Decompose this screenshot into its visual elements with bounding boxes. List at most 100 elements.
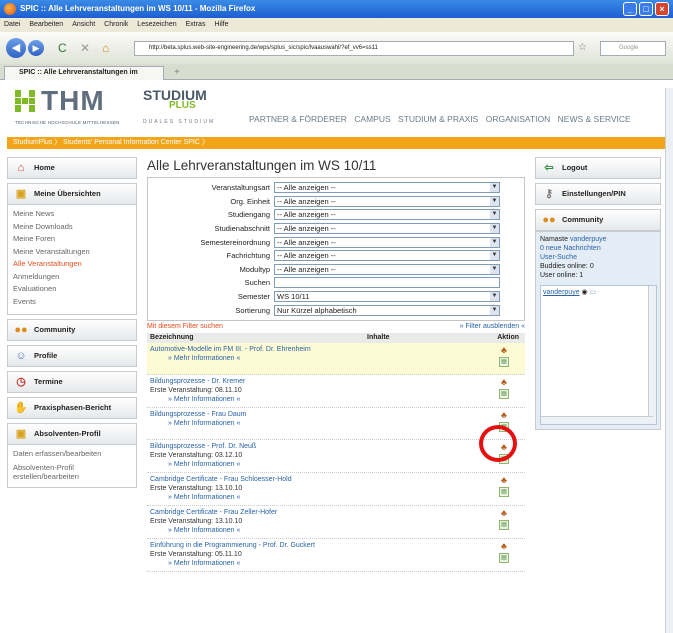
menu-extras[interactable]: Extras — [186, 18, 206, 32]
filter-select-modultyp[interactable]: -- Alle anzeigen -- ▼ — [274, 263, 500, 275]
reload-icon[interactable]: C — [58, 41, 67, 55]
course-title-link[interactable]: Cambridge Certificate - Frau Zeller-Hofe… — [150, 508, 525, 517]
document-icon[interactable]: ▤ — [499, 552, 509, 563]
menu-bearbeiten[interactable]: Bearbeiten — [29, 18, 63, 32]
horizontal-scrollbar[interactable] — [541, 416, 653, 424]
user-register-icon[interactable]: ♣ — [499, 475, 509, 485]
url-bar[interactable]: http://beta.splus.web-site-engineering.d… — [134, 41, 574, 56]
home-icon[interactable]: ⌂ — [102, 41, 109, 55]
nav-studium-praxis[interactable]: STUDIUM & PRAXIS — [398, 114, 478, 124]
stop-icon[interactable]: ✕ — [80, 41, 90, 55]
filter-select-studienabschnitt[interactable]: -- Alle anzeigen -- ▼ — [274, 223, 500, 235]
document-icon[interactable]: ▤ — [499, 356, 509, 367]
course-title-link[interactable]: Automotive-Modelle im FM III. - Prof. Dr… — [150, 345, 525, 354]
document-icon[interactable]: ▤ — [499, 519, 509, 530]
document-icon[interactable]: ▤ — [499, 486, 509, 497]
sidebar-profile[interactable]: ☺ Profile — [7, 345, 137, 367]
sidebar-overviews[interactable]: ▣ Meine Übersichten — [7, 183, 137, 205]
menu-lesezeichen[interactable]: Lesezeichen — [137, 18, 176, 32]
more-info-link[interactable]: » Mehr Informationen « — [150, 354, 525, 363]
more-info-link[interactable]: » Mehr Informationen « — [150, 493, 525, 502]
more-info-link[interactable]: » Mehr Informationen « — [150, 460, 525, 469]
chevron-down-icon: ▼ — [490, 292, 499, 302]
username-link[interactable]: vanderpuye — [570, 236, 607, 243]
user-register-icon[interactable]: ♣ — [499, 377, 509, 387]
filter-select-fachrichtung[interactable]: -- Alle anzeigen -- ▼ — [274, 250, 500, 262]
sidebar-item-registrations[interactable]: Anmeldungen — [13, 271, 131, 284]
sidebar-home[interactable]: ⌂ Home — [7, 157, 137, 179]
message-icon[interactable]: ▭ — [590, 289, 597, 296]
sidebar-internship-report[interactable]: ✋ Praxisphasen-Bericht — [7, 397, 137, 419]
menu-hilfe[interactable]: Hilfe — [214, 18, 228, 32]
folder-icon: ▣ — [15, 428, 27, 440]
course-title-link[interactable]: Bildungsprozesse - Frau Daum — [150, 410, 525, 419]
filter-select-veranstaltungsart[interactable]: -- Alle anzeigen -- ▼ — [274, 182, 500, 194]
vertical-scrollbar[interactable] — [648, 286, 656, 424]
close-button[interactable]: × — [655, 2, 669, 16]
table-row: Cambridge Certificate - Frau Zeller-Hofe… — [147, 506, 525, 539]
sidebar-item-evaluations[interactable]: Evaluationen — [13, 283, 131, 296]
minimize-button[interactable]: _ — [623, 2, 637, 16]
course-title-link[interactable]: Bildungsprozesse - Dr. Kremer — [150, 377, 525, 386]
left-sidebar: ⌂ Home ▣ Meine Übersichten Meine News Me… — [7, 157, 137, 492]
menu-chronik[interactable]: Chronik — [104, 18, 128, 32]
sidebar-community[interactable]: ●● Community — [7, 319, 137, 341]
maximize-button[interactable]: □ — [639, 2, 653, 16]
community-header[interactable]: ●● Community — [535, 209, 661, 231]
filter-label: Suchen — [244, 278, 270, 288]
filter-select-studiengang[interactable]: -- Alle anzeigen -- ▼ — [274, 209, 500, 221]
sidebar-alumni[interactable]: ▣ Absolventen-Profil — [7, 423, 137, 445]
more-info-link[interactable]: » Mehr Informationen « — [150, 559, 525, 568]
sidebar-item-all-courses[interactable]: Alle Veranstaltungen — [13, 258, 131, 271]
user-search-link[interactable]: User-Suche — [540, 253, 657, 262]
bookmark-star-icon[interactable]: ☆ — [578, 41, 587, 55]
sidebar-item-news[interactable]: Meine News — [13, 208, 131, 221]
camera-icon[interactable]: ◉ — [582, 289, 588, 296]
user-register-icon[interactable]: ♣ — [499, 541, 509, 551]
sidebar-item-events[interactable]: Events — [13, 296, 131, 309]
nav-news-service[interactable]: NEWS & SERVICE — [558, 114, 631, 124]
filter-hide-link[interactable]: » Filter ausblenden « — [460, 323, 525, 333]
user-register-icon[interactable]: ♣ — [499, 345, 509, 355]
filter-search-link[interactable]: Mit diesem Filter suchen — [147, 323, 223, 333]
nav-campus[interactable]: CAMPUS — [354, 114, 390, 124]
sidebar-item-forums[interactable]: Meine Foren — [13, 233, 131, 246]
forward-button[interactable]: ▶ — [28, 40, 44, 56]
menu-ansicht[interactable]: Ansicht — [72, 18, 95, 32]
course-title-link[interactable]: Bildungsprozesse - Prof. Dr. Neuß — [150, 442, 525, 451]
document-icon[interactable]: ▤ — [499, 388, 509, 399]
sidebar-item-edit-data[interactable]: Daten erfassen/bearbeiten — [13, 448, 131, 461]
filter-select-semester[interactable]: WS 10/11 ▼ — [274, 291, 500, 303]
online-user-link[interactable]: vanderpuye — [543, 289, 580, 296]
menu-datei[interactable]: Datei — [4, 18, 20, 32]
new-tab-icon[interactable]: + — [174, 67, 180, 78]
sidebar-item-my-courses[interactable]: Meine Veranstaltungen — [13, 246, 131, 259]
messages-link[interactable]: 0 neue Nachrichten — [540, 244, 657, 253]
filter-select-sortierung[interactable]: Nur Kürzel alphabetisch ▼ — [274, 304, 500, 316]
settings-pin-button[interactable]: ⚷ Einstellungen/PIN — [535, 183, 661, 205]
more-info-link[interactable]: » Mehr Informationen « — [150, 395, 525, 404]
studiumplus-logo[interactable]: STUDIUM PLUS DUALES STUDIUM — [143, 88, 233, 132]
thm-logo[interactable]: THM TECHNISCHE HOCHSCHULE MITTELHESSEN — [15, 85, 139, 132]
breadcrumb[interactable]: StudiumPlus 〉 Students' Personal Informa… — [7, 137, 665, 149]
sidebar-item-downloads[interactable]: Meine Downloads — [13, 221, 131, 234]
course-title-link[interactable]: Cambridge Certificate - Frau Schloesser-… — [150, 475, 525, 484]
filter-select-org-einheit[interactable]: -- Alle anzeigen -- ▼ — [274, 195, 500, 207]
sidebar-item-alumni-profile[interactable]: Absolventen-Profil erstellen/bearbeiten — [13, 463, 131, 481]
user-register-icon[interactable]: ♣ — [499, 508, 509, 518]
more-info-link[interactable]: » Mehr Informationen « — [150, 526, 525, 535]
nav-partner[interactable]: PARTNER & FÖRDERER — [249, 114, 347, 124]
search-input[interactable] — [274, 277, 500, 289]
logout-button[interactable]: ⇦ Logout — [535, 157, 661, 179]
search-input[interactable]: Google — [600, 41, 666, 56]
tab-active[interactable]: SPIC :: Alle Lehrveranstaltungen im — [4, 66, 164, 80]
filter-select-semestereinordnung[interactable]: -- Alle anzeigen -- ▼ — [274, 236, 500, 248]
filter-value: -- Alle anzeigen -- — [277, 237, 336, 247]
back-button[interactable]: ◀ — [6, 38, 26, 58]
user-register-icon[interactable]: ♣ — [499, 410, 509, 420]
nav-organisation[interactable]: ORGANISATION — [486, 114, 551, 124]
browser-scrollbar[interactable] — [665, 88, 673, 633]
course-title-link[interactable]: Einführung in die Programmierung - Prof.… — [150, 541, 525, 550]
more-info-link[interactable]: » Mehr Informationen « — [150, 419, 525, 428]
sidebar-dates[interactable]: ◷ Termine — [7, 371, 137, 393]
